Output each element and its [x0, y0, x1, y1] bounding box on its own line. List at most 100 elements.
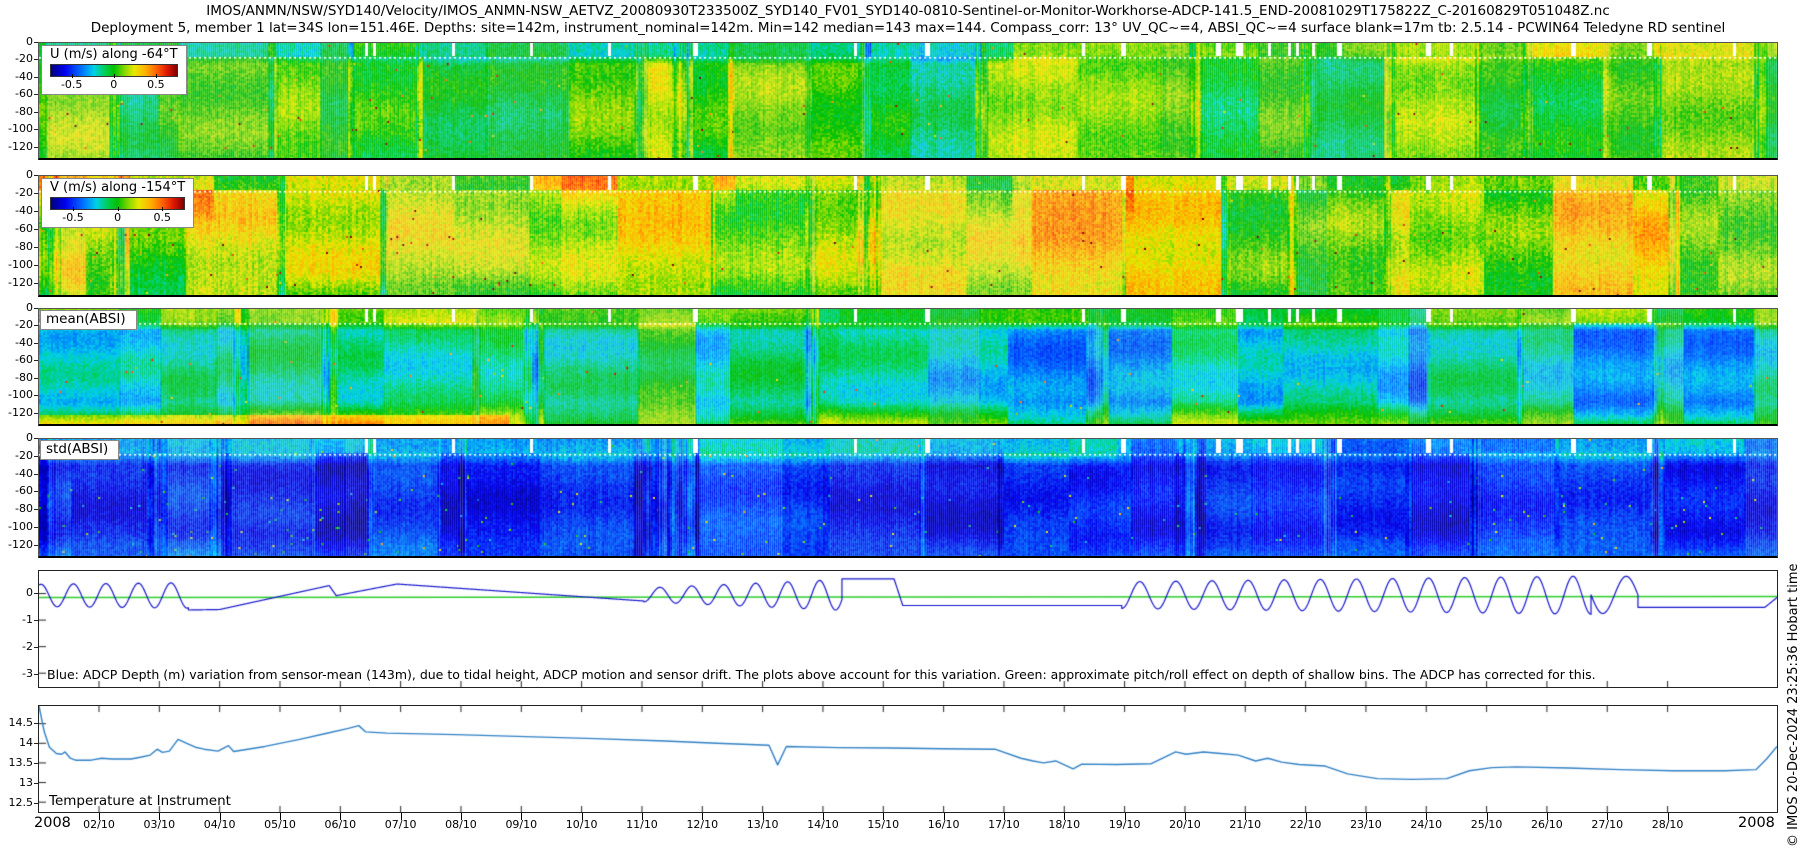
x-tick-mark: [1486, 813, 1488, 820]
y-tick-mark: [34, 619, 38, 621]
y-tick-label: -3: [22, 666, 33, 680]
y-tick-mark: [34, 342, 38, 344]
x-tick-mark: [641, 813, 643, 820]
x-tick-mark: [1607, 813, 1609, 820]
y-tick-mark: [34, 412, 38, 414]
x-tick-mark: [822, 813, 824, 820]
y-tick-mark: [34, 129, 38, 131]
y-tick-mark: [34, 802, 38, 804]
y-tick-label: -80: [15, 370, 33, 384]
y-tick-label: -120: [8, 139, 33, 153]
x-tick-mark: [943, 813, 945, 820]
x-tick-mark: [159, 813, 161, 820]
y-tick-mark: [34, 175, 38, 176]
y-tick-mark: [34, 377, 38, 379]
y-tick-label: -40: [15, 204, 33, 218]
x-tick-mark: [1426, 813, 1428, 820]
y-tick-label: -1: [22, 612, 33, 626]
y-tick-mark: [34, 59, 38, 61]
u-legend-title: U (m/s) along -64°T: [50, 47, 178, 62]
y-tick-label: -100: [8, 519, 33, 533]
y-tick-mark: [34, 395, 38, 397]
y-tick-label: -20: [15, 318, 33, 332]
y-tick-mark: [34, 438, 38, 439]
y-tick-label: 12.5: [8, 795, 34, 809]
x-tick-mark: [99, 813, 100, 820]
y-tick-label: 0: [26, 35, 33, 48]
u-colorbar-legend: U (m/s) along -64°T -0.5 0 0.5: [41, 45, 187, 95]
x-tick-mark: [1184, 813, 1186, 820]
depth-variation-caption: Blue: ADCP Depth (m) variation from sens…: [47, 667, 1596, 682]
y-tick-mark: [34, 229, 38, 231]
y-tick-label: 0: [26, 301, 33, 314]
temperature-line-canvas: [39, 706, 1777, 812]
y-tick-mark: [34, 646, 38, 648]
x-tick-mark: [581, 813, 583, 820]
colorbar-tick-label: 0.5: [147, 78, 165, 91]
y-tick-mark: [34, 723, 38, 724]
y-tick-label: -80: [15, 104, 33, 118]
y-tick-label: -100: [8, 388, 33, 402]
y-tick-mark: [34, 544, 38, 546]
x-tick-mark: [1003, 813, 1005, 820]
y-tick-label: -60: [15, 484, 33, 498]
y-tick-mark: [34, 360, 38, 362]
y-tick-label: -120: [8, 537, 33, 551]
y-tick-label: 0: [26, 168, 33, 181]
y-tick-mark: [34, 455, 38, 457]
y-tick-label: -100: [8, 122, 33, 136]
x-tick-mark: [1546, 813, 1548, 820]
y-tick-label: -2: [22, 639, 33, 653]
x-tick-mark: [883, 813, 885, 820]
x-tick-mark: [279, 813, 281, 820]
panel-u-velocity: U (m/s) along -64°T -0.5 0 0.5: [38, 42, 1778, 160]
v-velocity-heatmap-canvas: [39, 176, 1777, 295]
y-tick-label: 13: [19, 775, 33, 789]
x-axis-year-left: 2008: [34, 815, 71, 831]
y-tick-label: -40: [15, 69, 33, 83]
y-tick-mark: [34, 211, 38, 213]
y-tick-label: 14: [19, 736, 33, 749]
v-legend-title: V (m/s) along -154°T: [50, 180, 186, 195]
std-absi-label: std(ABSI): [40, 440, 120, 460]
y-tick-label: -100: [8, 258, 33, 272]
y-tick-label: -60: [15, 353, 33, 367]
u-colorbar-ticks: -0.5 0 0.5: [50, 74, 178, 91]
y-tick-mark: [34, 743, 38, 744]
imos-watermark: © IMOS 20-Dec-2024 23:25:36 Hobart time: [1786, 563, 1800, 847]
temperature-label: Temperature at Instrument: [49, 793, 231, 809]
colorbar-tick-label: 0.5: [153, 211, 171, 224]
panel-depth-variation: Blue: ADCP Depth (m) variation from sens…: [38, 570, 1778, 688]
x-tick-mark: [1245, 813, 1247, 820]
colorbar-tick-label: -0.5: [60, 78, 83, 91]
x-tick-mark: [460, 813, 462, 820]
y-tick-label: -60: [15, 87, 33, 101]
std-absi-heatmap-canvas: [39, 439, 1777, 556]
y-tick-label: -80: [15, 240, 33, 254]
y-tick-mark: [34, 283, 38, 285]
figure-title: IMOS/ANMN/NSW/SYD140/Velocity/IMOS_ANMN-…: [206, 3, 1610, 19]
y-tick-mark: [34, 325, 38, 327]
y-tick-label: -120: [8, 405, 33, 419]
x-tick-mark: [340, 813, 342, 820]
figure-subtitle: Deployment 5, member 1 lat=34S lon=151.4…: [90, 20, 1726, 36]
y-tick-mark: [34, 782, 38, 784]
x-tick-mark: [1305, 813, 1307, 820]
mean-absi-label: mean(ABSI): [40, 310, 137, 330]
v-colorbar-ticks: -0.5 0 0.5: [50, 207, 185, 224]
y-tick-label: -80: [15, 502, 33, 516]
x-tick-mark: [1365, 813, 1367, 820]
y-tick-label: -60: [15, 222, 33, 236]
panel-std-absi: std(ABSI): [38, 438, 1778, 558]
x-tick-mark: [1064, 813, 1066, 820]
y-tick-mark: [34, 111, 38, 113]
u-velocity-heatmap-canvas: [39, 43, 1777, 158]
y-tick-mark: [34, 247, 38, 249]
y-tick-mark: [34, 509, 38, 511]
y-tick-mark: [34, 308, 38, 309]
y-tick-mark: [34, 42, 38, 43]
v-colorbar-legend: V (m/s) along -154°T -0.5 0 0.5: [41, 178, 195, 228]
y-tick-label: 14.5: [8, 716, 34, 729]
y-tick-label: -40: [15, 466, 33, 480]
y-tick-mark: [34, 491, 38, 493]
